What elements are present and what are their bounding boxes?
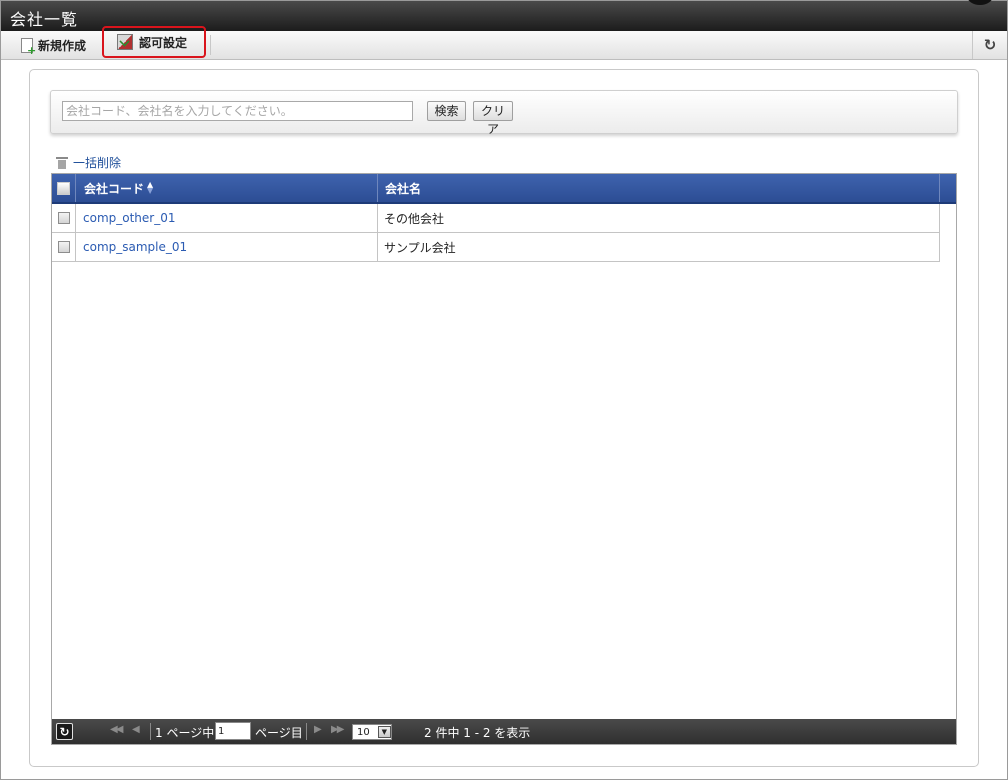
new-button[interactable]: + 新規作成 xyxy=(21,31,86,59)
column-header-code-label: 会社コード xyxy=(84,181,145,196)
new-document-icon: + xyxy=(21,37,36,56)
record-summary: 2 件中 1 - 2 を表示 xyxy=(424,726,531,740)
select-all-cell xyxy=(52,174,76,202)
table-body: comp_other_01 その他会社 comp_sample_01 サンプル会… xyxy=(52,204,940,262)
permission-settings-icon xyxy=(117,34,133,50)
pager: ↻ ◀◀ ◀ 1 ページ中 ページ目 ▶ ▶▶ 10 ▼ 2 件中 1 - 2 … xyxy=(52,719,956,744)
page-title: 会社一覧 xyxy=(10,10,79,29)
company-name: その他会社 xyxy=(384,211,445,226)
page-number-input[interactable] xyxy=(215,722,251,740)
page-prefix-text: 1 ページ中 xyxy=(155,726,215,740)
row-checkbox[interactable] xyxy=(57,241,70,253)
pager-divider xyxy=(150,723,151,740)
main-panel: 検索 クリア 一括削除 会社コード ▲▼ 会社名 xyxy=(29,69,979,767)
table-row: comp_other_01 その他会社 xyxy=(52,204,940,233)
permission-settings-label: 認可設定 xyxy=(139,35,188,50)
app-window: 会社一覧 + 新規作成 認可設定 ↻ 検索 クリア 一括削 xyxy=(0,0,1008,780)
first-page-icon[interactable]: ◀◀ xyxy=(110,724,123,735)
toolbar-divider xyxy=(210,35,211,55)
last-page-icon[interactable]: ▶▶ xyxy=(331,724,344,735)
table-header: 会社コード ▲ ▼ 会社名 xyxy=(52,174,956,204)
refresh-icon: ↻ xyxy=(983,36,997,54)
refresh-icon: ↻ xyxy=(59,724,70,739)
company-code-link[interactable]: comp_sample_01 xyxy=(83,240,187,254)
company-code-link[interactable]: comp_other_01 xyxy=(83,211,175,225)
column-header-name[interactable]: 会社名 xyxy=(378,174,940,202)
window-corner-decoration xyxy=(967,0,993,5)
page-size-select[interactable]: 10 ▼ xyxy=(352,724,392,740)
company-code-cell: comp_other_01 xyxy=(76,204,378,232)
bulk-delete-label: 一括削除 xyxy=(73,156,122,170)
prev-page-icon[interactable]: ◀ xyxy=(132,724,140,735)
table-row: comp_sample_01 サンプル会社 xyxy=(52,233,940,262)
page-size-value: 10 xyxy=(357,726,370,738)
company-table: 会社コード ▲ ▼ 会社名 comp_other_01 その他会社 comp_s… xyxy=(51,173,957,745)
search-bar: 検索 クリア xyxy=(50,90,958,136)
next-page-icon[interactable]: ▶ xyxy=(314,724,322,735)
column-header-code[interactable]: 会社コード ▲ ▼ xyxy=(76,174,378,202)
company-code-cell: comp_sample_01 xyxy=(76,233,378,261)
row-checkbox[interactable] xyxy=(57,212,70,224)
permission-settings-button[interactable]: 認可設定 xyxy=(102,26,206,58)
clear-button[interactable]: クリア xyxy=(473,101,513,136)
company-name: サンプル会社 xyxy=(384,240,456,255)
trash-icon xyxy=(56,156,68,169)
company-name-cell: サンプル会社 xyxy=(378,233,940,261)
select-all-checkbox[interactable] xyxy=(57,181,70,195)
column-header-name-label: 会社名 xyxy=(385,181,422,196)
toolbar-refresh-button[interactable]: ↻ xyxy=(972,31,1007,59)
new-button-label: 新規作成 xyxy=(38,38,87,53)
search-input[interactable] xyxy=(62,101,413,121)
row-checkbox-cell xyxy=(52,204,76,232)
search-button[interactable]: 検索 xyxy=(427,101,466,121)
sort-ascending-icon: ▲ ▼ xyxy=(147,180,154,195)
header-filler xyxy=(940,174,956,202)
bulk-delete-button[interactable]: 一括削除 xyxy=(56,154,122,171)
chevron-down-icon: ▼ xyxy=(377,726,391,738)
row-checkbox-cell xyxy=(52,233,76,261)
company-name-cell: その他会社 xyxy=(378,204,940,232)
page-suffix-text: ページ目 xyxy=(255,726,303,740)
pager-divider xyxy=(306,723,307,740)
pager-reload-button[interactable]: ↻ xyxy=(56,723,73,740)
toolbar: + 新規作成 認可設定 ↻ xyxy=(1,26,1007,60)
